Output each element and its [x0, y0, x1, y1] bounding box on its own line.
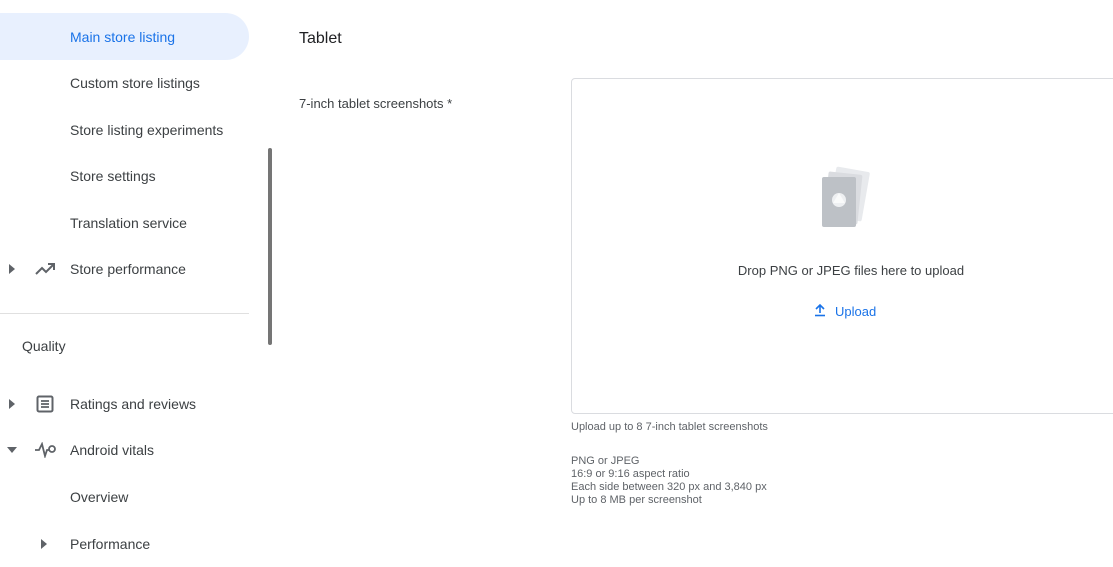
sidebar-divider — [0, 313, 249, 314]
vitals-icon — [33, 438, 57, 462]
sidebar: Main store listing Custom store listings… — [0, 0, 262, 552]
upload-icon — [813, 303, 827, 320]
sidebar-item-label: Custom store listings — [70, 74, 200, 91]
caret-down-icon[interactable] — [6, 444, 18, 456]
sidebar-item-label: Store settings — [70, 167, 156, 184]
sidebar-item-custom-store-listings[interactable]: Custom store listings — [0, 59, 249, 106]
caret-right-icon[interactable] — [38, 538, 50, 550]
image-placeholder-icon — [812, 163, 876, 235]
requirement-size: Each side between 320 px and 3,840 px — [571, 481, 767, 493]
dropzone-text: Drop PNG or JPEG files here to upload — [737, 263, 965, 278]
sidebar-item-label: Main store listing — [70, 28, 176, 45]
sidebar-item-label: Ratings and reviews — [70, 395, 197, 412]
sidebar-item-store-listing-experiments[interactable]: Store listing experiments — [0, 106, 249, 153]
upload-limit-text: Upload up to 8 7-inch tablet screenshots — [571, 421, 768, 433]
sidebar-item-label: Performance — [70, 535, 151, 552]
requirement-ratio: 16:9 or 9:16 aspect ratio — [571, 468, 690, 480]
main-content: Tablet 7-inch tablet screenshots * Drop … — [272, 0, 1113, 552]
sidebar-item-label: Overview — [70, 488, 129, 505]
sidebar-item-label: Store listing experiments — [70, 121, 224, 138]
requirement-filesize: Up to 8 MB per screenshot — [571, 494, 702, 506]
sidebar-item-main-store-listing[interactable]: Main store listing — [0, 13, 249, 60]
screenshot-dropzone[interactable]: Drop PNG or JPEG files here to upload Up… — [571, 78, 1113, 414]
sidebar-item-label: Android vitals — [70, 441, 155, 458]
caret-right-icon[interactable] — [6, 398, 18, 410]
sidebar-item-ratings-and-reviews[interactable]: Ratings and reviews — [0, 380, 249, 427]
sidebar-item-overview[interactable]: Overview — [0, 473, 249, 520]
sidebar-item-android-vitals[interactable]: Android vitals — [0, 426, 249, 473]
sidebar-item-translation-service[interactable]: Translation service — [0, 199, 249, 246]
upload-button[interactable]: Upload — [813, 303, 876, 320]
page-title: Tablet — [299, 30, 342, 47]
requirement-format: PNG or JPEG — [571, 455, 640, 467]
field-label: 7-inch tablet screenshots * — [299, 96, 453, 111]
reviews-icon — [33, 392, 57, 416]
sidebar-item-performance[interactable]: Performance — [0, 520, 249, 567]
sidebar-item-store-performance[interactable]: Store performance — [0, 245, 249, 292]
sidebar-item-label: Store performance — [70, 260, 186, 277]
sidebar-item-label: Translation service — [70, 214, 187, 231]
caret-right-icon[interactable] — [6, 263, 18, 275]
section-heading-quality: Quality — [22, 338, 66, 354]
upload-button-label: Upload — [835, 304, 877, 319]
trending-up-icon — [33, 257, 57, 281]
sidebar-item-store-settings[interactable]: Store settings — [0, 152, 249, 199]
